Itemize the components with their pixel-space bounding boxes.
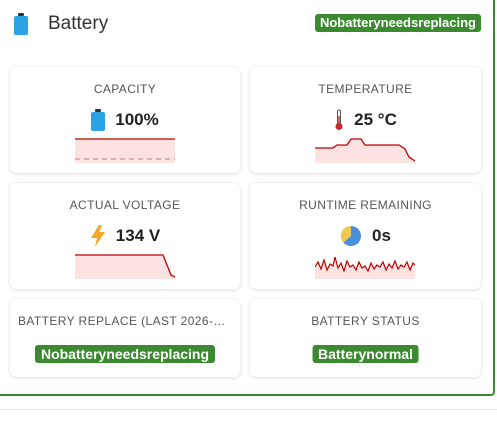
capacity-sparkline [75, 138, 175, 163]
lightning-bolt-icon [90, 225, 105, 247]
runtime-remaining-card[interactable]: RUNTIME REMAINING 0s [250, 183, 481, 289]
pie-chart-icon [341, 226, 362, 246]
section-divider [0, 409, 497, 410]
battery-status-title: BATTERY STATUS [311, 314, 420, 328]
panel-header: Battery Nobatteryneedsreplacing [0, 0, 493, 50]
battery-status-badge: Batterynormal [312, 345, 419, 363]
capacity-card[interactable]: CAPACITY 100% [10, 67, 240, 173]
capacity-title: CAPACITY [93, 82, 157, 96]
voltage-value-row: 134 V [10, 223, 240, 249]
battery-panel: Battery Nobatteryneedsreplacing CAPACITY… [0, 0, 495, 396]
battery-icon [91, 109, 106, 131]
runtime-sparkline [315, 256, 415, 279]
capacity-value: 100% [115, 110, 159, 129]
temperature-title: TEMPERATURE [318, 82, 413, 96]
panel-title: Battery [48, 13, 109, 34]
voltage-sparkline [75, 254, 175, 279]
thermometer-icon [335, 109, 343, 130]
battery-status-card[interactable]: BATTERY STATUS Batterynormal [250, 299, 481, 377]
voltage-title: ACTUAL VOLTAGE [69, 198, 181, 212]
battery-replace-badge: Nobatteryneedsreplacing [34, 345, 216, 363]
temperature-value-row: 25 °C [250, 107, 481, 133]
capacity-value-row: 100% [10, 107, 240, 133]
temperature-sparkline [315, 138, 415, 163]
runtime-value: 0s [372, 226, 391, 245]
temperature-card[interactable]: TEMPERATURE 25 °C [250, 67, 481, 173]
header-status-badge: Nobatteryneedsreplacing [314, 14, 481, 32]
battery-icon [14, 13, 28, 35]
voltage-value: 134 V [115, 226, 161, 245]
runtime-value-row: 0s [250, 223, 481, 249]
runtime-title: RUNTIME REMAINING [299, 198, 432, 212]
actual-voltage-card[interactable]: ACTUAL VOLTAGE 134 V [10, 183, 240, 289]
temperature-value: 25 °C [354, 110, 397, 129]
battery-replace-title: BATTERY REPLACE (LAST 2026-0… [18, 314, 232, 328]
battery-replace-card[interactable]: BATTERY REPLACE (LAST 2026-0… Nobatteryn… [10, 299, 240, 377]
